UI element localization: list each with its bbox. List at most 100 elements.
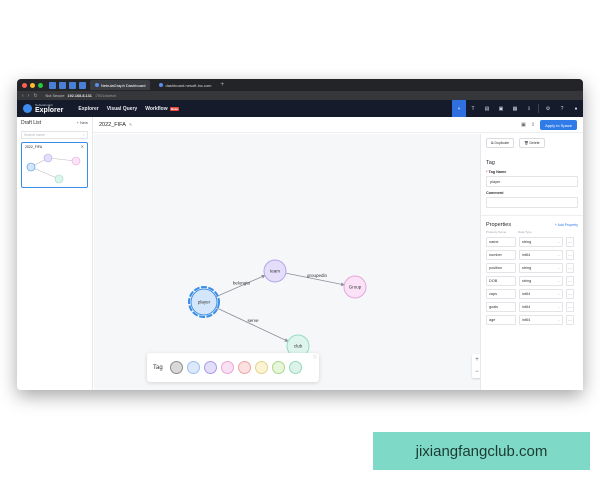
- header-tools: ⑂ T ▤ ▣ ▦ ⇩ ⚙ ? ●: [452, 100, 583, 117]
- tag-color-swatch[interactable]: [288, 361, 302, 374]
- add-property-button[interactable]: + Add Property: [555, 223, 578, 227]
- property-more-icon[interactable]: ⋯: [566, 289, 574, 299]
- help-icon[interactable]: ?: [555, 100, 569, 117]
- tag-color-swatch[interactable]: [271, 361, 285, 374]
- comment-input[interactable]: [486, 197, 578, 208]
- property-type-select[interactable]: int64 ⌄: [519, 302, 563, 312]
- pinned-tabs: [49, 81, 86, 89]
- chevron-down-icon: ⌄: [557, 292, 560, 296]
- properties-columns: Property Name Data Type: [486, 230, 578, 234]
- tag-color-swatch[interactable]: [203, 361, 217, 374]
- favicon-icon: [159, 83, 164, 87]
- document-icon[interactable]: ▣: [494, 100, 508, 117]
- tag-color-swatch[interactable]: [220, 361, 234, 374]
- import-icon[interactable]: ⇩: [522, 100, 536, 117]
- property-more-icon[interactable]: ⋯: [566, 250, 574, 260]
- tag-color-swatch[interactable]: [169, 361, 183, 374]
- close-palette-icon[interactable]: ⓘ: [313, 354, 317, 360]
- property-more-icon[interactable]: ⋯: [566, 315, 574, 325]
- edge-belongto[interactable]: [215, 274, 266, 298]
- settings-icon[interactable]: ⚙: [541, 100, 555, 117]
- chevron-down-icon: ⌄: [557, 279, 560, 283]
- property-more-icon[interactable]: ⋯: [566, 302, 574, 312]
- browser-tab[interactable]: dashboard.nesoft-inc.com: [154, 80, 216, 90]
- tag-palette-label: Tag: [153, 364, 163, 371]
- property-more-icon[interactable]: ⋯: [566, 263, 574, 273]
- property-type-select[interactable]: int64 ⌄: [519, 250, 563, 260]
- property-name-input[interactable]: DOB: [486, 276, 516, 286]
- url-field[interactable]: Not Secure 192.168.8.131 :7001/sketch: [46, 94, 117, 98]
- tag-color-swatch[interactable]: [186, 361, 200, 374]
- node-player[interactable]: player: [188, 286, 220, 318]
- edit-title-icon[interactable]: ✎: [129, 122, 132, 127]
- chevron-down-icon: ⌄: [557, 318, 560, 322]
- pinned-tab-icon[interactable]: [79, 81, 86, 89]
- property-name-input[interactable]: age: [486, 315, 516, 325]
- watermark-banner: jixiangfangclub.com: [373, 432, 590, 470]
- draft-list-panel: Draft List + New Search name ⌕ 2022_FIFA…: [17, 117, 93, 390]
- sketch-title: 2022_FIFA: [99, 121, 126, 128]
- node-group[interactable]: Group: [343, 275, 367, 299]
- new-tab-plus-icon[interactable]: +: [221, 82, 225, 88]
- draft-search-input[interactable]: Search name ⌕: [21, 131, 88, 139]
- pinned-tab-icon[interactable]: [59, 81, 66, 89]
- sketch-canvas[interactable]: belongto groupedin serve team player Group clu…: [94, 134, 480, 390]
- property-name-input[interactable]: position: [486, 263, 516, 273]
- address-bar: ‹ › ↻ Not Secure 192.168.8.131 :7001/ske…: [17, 91, 583, 100]
- browser-tab[interactable]: NebulaGraph Dashboard: [90, 80, 151, 90]
- nav-workflow[interactable]: Workflow Beta: [145, 106, 180, 112]
- property-more-icon[interactable]: ⋯: [566, 237, 574, 247]
- property-name-input[interactable]: name: [486, 237, 516, 247]
- console-icon[interactable]: ▦: [508, 100, 522, 117]
- sketch-card[interactable]: 2022_FIFA ✕: [21, 142, 88, 188]
- forward-arrow-icon[interactable]: ›: [28, 93, 30, 99]
- pinned-tab-icon[interactable]: [49, 81, 56, 89]
- property-name-input[interactable]: number: [486, 250, 516, 260]
- zoom-in-button[interactable]: +: [475, 357, 479, 363]
- property-type-select[interactable]: string ⌄: [519, 276, 563, 286]
- property-type-select[interactable]: int64 ⌄: [519, 289, 563, 299]
- nav-visual-query[interactable]: Visual Query: [107, 106, 137, 112]
- export-icon[interactable]: ⇪: [531, 122, 535, 128]
- property-name-input[interactable]: caps: [486, 289, 516, 299]
- schema-graph: belongto groupedin serve team player Group clu…: [188, 259, 367, 358]
- new-draft-button[interactable]: + New: [77, 120, 88, 125]
- property-type-value: string: [522, 266, 532, 270]
- maximize-window-button[interactable]: [38, 82, 43, 88]
- panel-actions: ⧉ Duplicate 🗑 Delete: [481, 134, 583, 152]
- sketch-thumbnail: [26, 153, 81, 184]
- node-label: player: [198, 300, 211, 305]
- tag-color-swatch[interactable]: [254, 361, 268, 374]
- property-type-value: string: [522, 279, 532, 283]
- reload-icon[interactable]: ↻: [33, 93, 37, 99]
- duplicate-button[interactable]: ⧉ Duplicate: [486, 138, 515, 148]
- back-arrow-icon[interactable]: ‹: [22, 93, 24, 99]
- property-name-input[interactable]: goals: [486, 302, 516, 312]
- close-window-button[interactable]: [22, 82, 27, 88]
- tag-color-swatch[interactable]: [237, 361, 251, 374]
- property-type-select[interactable]: string ⌄: [519, 237, 563, 247]
- property-type-select[interactable]: int64 ⌄: [519, 315, 563, 325]
- user-icon[interactable]: ●: [569, 100, 583, 117]
- node-team[interactable]: team: [263, 259, 287, 283]
- table-icon[interactable]: ▤: [480, 100, 494, 117]
- pinned-tab-icon[interactable]: [69, 81, 76, 89]
- tag-name-input[interactable]: player: [486, 176, 578, 187]
- property-type-select[interactable]: string ⌄: [519, 263, 563, 273]
- nav-explorer[interactable]: Explorer: [78, 106, 98, 112]
- chevron-down-icon: ⌄: [557, 305, 560, 309]
- app-logo[interactable]: NebulaGraph Explorer: [23, 103, 63, 114]
- edge-serve[interactable]: [215, 307, 289, 342]
- text-tool-icon[interactable]: T: [466, 100, 480, 117]
- chevron-down-icon: ⌄: [557, 266, 560, 270]
- delete-button[interactable]: 🗑 Delete: [519, 138, 545, 148]
- chevron-down-icon: ⌄: [557, 240, 560, 244]
- tag-swatches: [166, 361, 302, 374]
- properties-header: Properties + Add Property: [486, 222, 578, 228]
- zoom-out-button[interactable]: −: [475, 369, 479, 375]
- save-image-icon[interactable]: ▣: [521, 122, 526, 128]
- property-more-icon[interactable]: ⋯: [566, 276, 574, 286]
- schema-drafting-icon[interactable]: ⑂: [452, 100, 466, 117]
- apply-to-space-button[interactable]: Apply to Space: [540, 120, 577, 130]
- minimize-window-button[interactable]: [30, 82, 35, 88]
